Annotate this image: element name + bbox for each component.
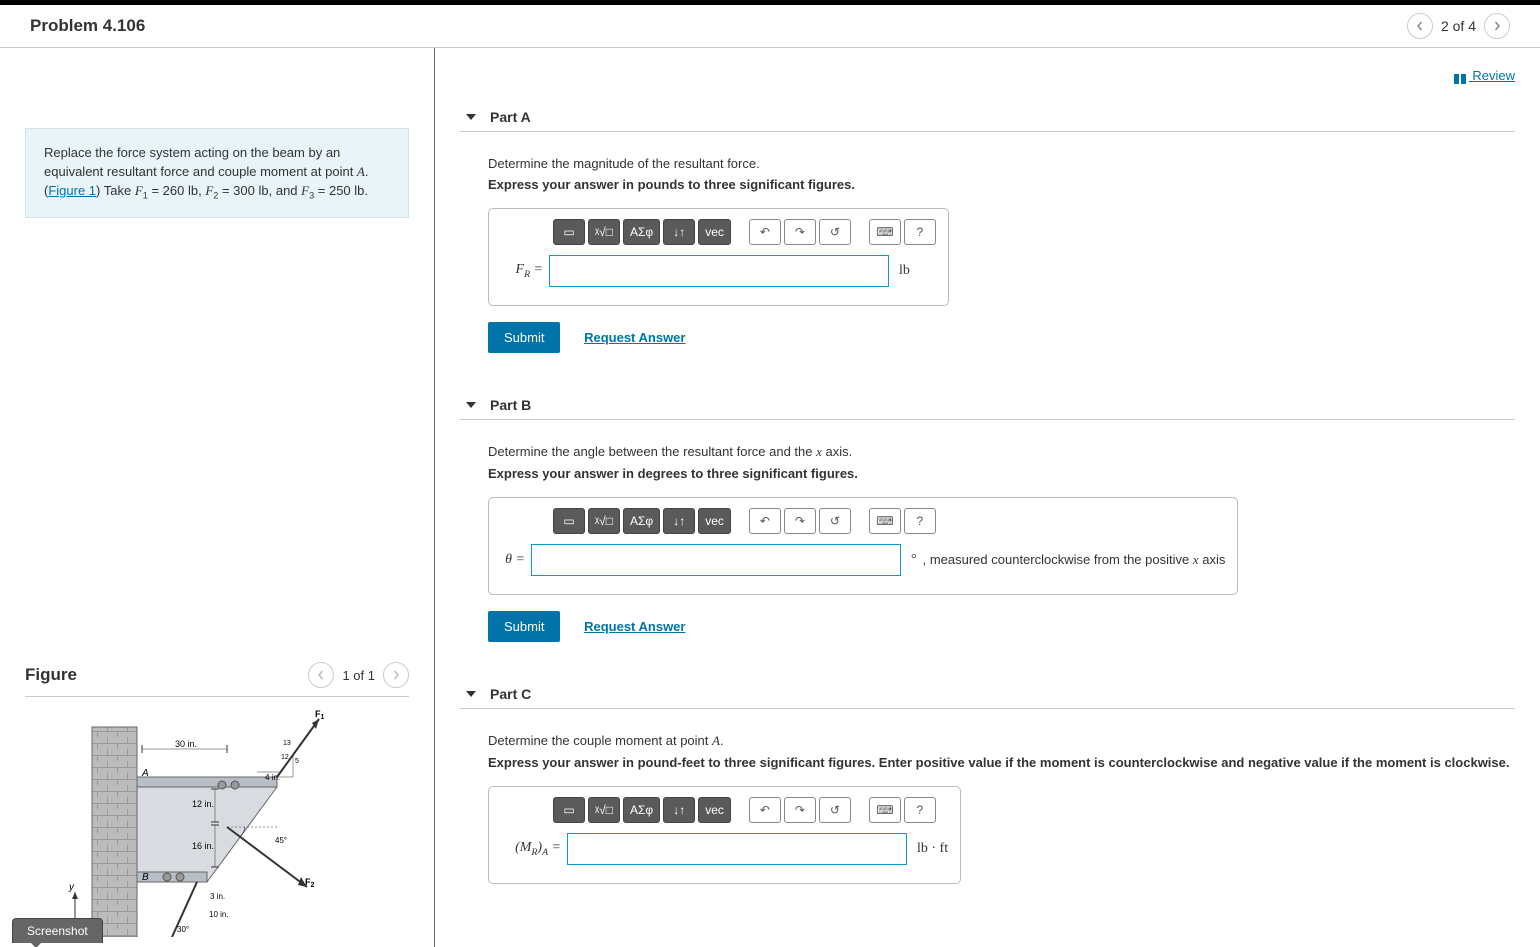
part-b-answer-box: ▭ ᵡ√□ ΑΣφ ↓↑ vec ↶ ↷ ↺ ⌨ ? θ = bbox=[488, 497, 1238, 595]
part-a-header[interactable]: Part A bbox=[460, 103, 1515, 132]
part-b-submit-button[interactable]: Submit bbox=[488, 611, 560, 642]
review-link[interactable]: Review bbox=[1454, 68, 1515, 83]
figure-title: Figure bbox=[25, 665, 308, 685]
prev-problem-button[interactable] bbox=[1407, 13, 1433, 39]
figure-section: Figure 1 of 1 bbox=[0, 654, 434, 937]
vec-button[interactable]: vec bbox=[698, 797, 731, 823]
svg-text:12: 12 bbox=[281, 754, 289, 761]
redo-button[interactable]: ↷ bbox=[784, 797, 816, 823]
template-button[interactable]: ▭ bbox=[553, 797, 585, 823]
part-b-format: Express your answer in degrees to three … bbox=[488, 466, 1515, 481]
undo-button[interactable]: ↶ bbox=[749, 797, 781, 823]
reset-button[interactable]: ↺ bbox=[819, 508, 851, 534]
part-c-variable: (MR)A = bbox=[501, 840, 561, 858]
left-panel: Replace the force system acting on the b… bbox=[0, 48, 435, 947]
chevron-down-icon bbox=[466, 114, 476, 120]
greek-button[interactable]: ΑΣφ bbox=[623, 797, 660, 823]
help-button[interactable]: ? bbox=[904, 508, 936, 534]
undo-button[interactable]: ↶ bbox=[749, 508, 781, 534]
reset-button[interactable]: ↺ bbox=[819, 219, 851, 245]
part-a-unit: lb bbox=[899, 263, 910, 279]
reset-button[interactable]: ↺ bbox=[819, 797, 851, 823]
part-b-input[interactable] bbox=[531, 544, 901, 576]
right-panel: Review Part A Determine the magnitude of… bbox=[435, 48, 1540, 947]
part-c-format: Express your answer in pound-feet to thr… bbox=[488, 755, 1515, 770]
figure-next-button[interactable] bbox=[383, 662, 409, 688]
part-c-header[interactable]: Part C bbox=[460, 680, 1515, 709]
svg-text:30°: 30° bbox=[177, 925, 189, 934]
part-a-submit-button[interactable]: Submit bbox=[488, 322, 560, 353]
greek-button[interactable]: ΑΣφ bbox=[623, 219, 660, 245]
keyboard-button[interactable]: ⌨ bbox=[869, 797, 901, 823]
screenshot-tooltip: Screenshot bbox=[12, 918, 103, 943]
root-button[interactable]: ᵡ√□ bbox=[588, 219, 620, 245]
part-a-answer-box: ▭ ᵡ√□ ΑΣφ ↓↑ vec ↶ ↷ ↺ ⌨ ? FR = bbox=[488, 208, 949, 306]
svg-text:y: y bbox=[68, 882, 75, 893]
subsup-button[interactable]: ↓↑ bbox=[663, 219, 695, 245]
svg-text:3 in.: 3 in. bbox=[210, 892, 225, 901]
part-b-variable: θ = bbox=[501, 552, 525, 568]
part-c: Part C Determine the couple moment at po… bbox=[460, 680, 1515, 884]
redo-button[interactable]: ↷ bbox=[784, 508, 816, 534]
subsup-button[interactable]: ↓↑ bbox=[663, 508, 695, 534]
vec-button[interactable]: vec bbox=[698, 219, 731, 245]
undo-button[interactable]: ↶ bbox=[749, 219, 781, 245]
svg-text:10 in.: 10 in. bbox=[209, 910, 229, 919]
part-a-request-answer-link[interactable]: Request Answer bbox=[584, 330, 685, 345]
review-icon bbox=[1454, 72, 1466, 82]
redo-button[interactable]: ↷ bbox=[784, 219, 816, 245]
part-c-unit: lb · ft bbox=[917, 841, 948, 857]
part-a-variable: FR = bbox=[501, 262, 543, 280]
svg-text:16 in.: 16 in. bbox=[192, 841, 214, 851]
part-c-input[interactable] bbox=[567, 833, 907, 865]
part-b: Part B Determine the angle between the r… bbox=[460, 391, 1515, 642]
help-button[interactable]: ? bbox=[904, 797, 936, 823]
equation-toolbar: ▭ ᵡ√□ ΑΣφ ↓↑ vec ↶ ↷ ↺ ⌨ ? bbox=[553, 219, 936, 245]
svg-text:5: 5 bbox=[295, 758, 299, 765]
vec-button[interactable]: vec bbox=[698, 508, 731, 534]
figure-image: F1 13 5 12 F2 45° 30° bbox=[25, 707, 409, 937]
subsup-button[interactable]: ↓↑ bbox=[663, 797, 695, 823]
figure-prev-button[interactable] bbox=[308, 662, 334, 688]
help-button[interactable]: ? bbox=[904, 219, 936, 245]
part-a-format: Express your answer in pounds to three s… bbox=[488, 177, 1515, 192]
equation-toolbar: ▭ ᵡ√□ ΑΣφ ↓↑ vec ↶ ↷ ↺ ⌨ ? bbox=[553, 797, 948, 823]
svg-text:B: B bbox=[142, 872, 149, 883]
problem-counter: 2 of 4 bbox=[1441, 18, 1476, 34]
problem-description: Replace the force system acting on the b… bbox=[25, 128, 409, 218]
svg-text:13: 13 bbox=[283, 740, 291, 747]
chevron-down-icon bbox=[466, 402, 476, 408]
svg-text:30 in.: 30 in. bbox=[175, 739, 197, 749]
part-b-request-answer-link[interactable]: Request Answer bbox=[584, 619, 685, 634]
svg-text:A: A bbox=[141, 768, 149, 779]
part-c-instruction: Determine the couple moment at point A. bbox=[488, 733, 1515, 749]
part-b-note: , measured counterclockwise from the pos… bbox=[923, 552, 1226, 568]
figure-counter: 1 of 1 bbox=[342, 668, 375, 683]
part-c-answer-box: ▭ ᵡ√□ ΑΣφ ↓↑ vec ↶ ↷ ↺ ⌨ ? (MR)A bbox=[488, 786, 961, 884]
part-a: Part A Determine the magnitude of the re… bbox=[460, 103, 1515, 353]
part-a-input[interactable] bbox=[549, 255, 889, 287]
keyboard-button[interactable]: ⌨ bbox=[869, 219, 901, 245]
figure-link[interactable]: Figure 1 bbox=[48, 183, 96, 198]
problem-title: Problem 4.106 bbox=[30, 16, 1407, 36]
root-button[interactable]: ᵡ√□ bbox=[588, 508, 620, 534]
equation-toolbar: ▭ ᵡ√□ ΑΣφ ↓↑ vec ↶ ↷ ↺ ⌨ ? bbox=[553, 508, 1225, 534]
part-b-unit: ° bbox=[911, 552, 917, 568]
part-b-instruction: Determine the angle between the resultan… bbox=[488, 444, 1515, 460]
part-b-header[interactable]: Part B bbox=[460, 391, 1515, 420]
template-button[interactable]: ▭ bbox=[553, 508, 585, 534]
svg-text:F1: F1 bbox=[315, 709, 325, 721]
next-problem-button[interactable] bbox=[1484, 13, 1510, 39]
svg-text:4 in.: 4 in. bbox=[265, 773, 280, 782]
template-button[interactable]: ▭ bbox=[553, 219, 585, 245]
keyboard-button[interactable]: ⌨ bbox=[869, 508, 901, 534]
header: Problem 4.106 2 of 4 bbox=[0, 5, 1540, 48]
svg-text:12 in.: 12 in. bbox=[192, 799, 214, 809]
chevron-down-icon bbox=[466, 691, 476, 697]
svg-text:45°: 45° bbox=[275, 836, 287, 845]
part-a-instruction: Determine the magnitude of the resultant… bbox=[488, 156, 1515, 171]
root-button[interactable]: ᵡ√□ bbox=[588, 797, 620, 823]
greek-button[interactable]: ΑΣφ bbox=[623, 508, 660, 534]
